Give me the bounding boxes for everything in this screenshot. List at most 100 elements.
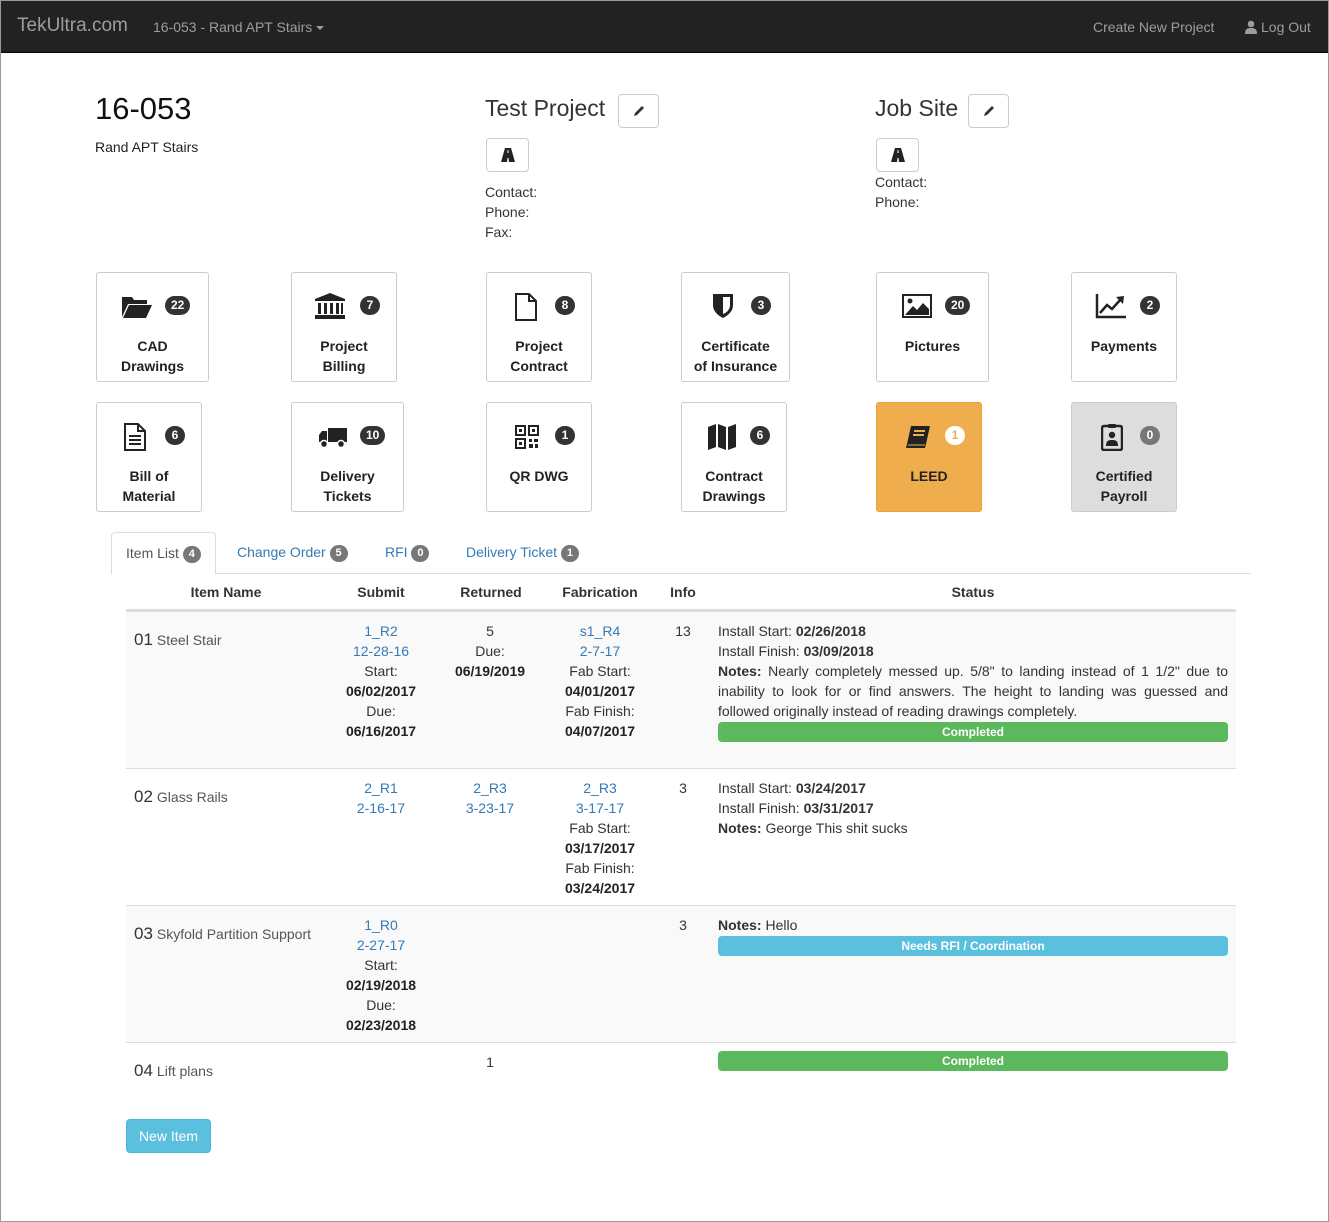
fabrication-date-link[interactable]: 2-7-17 bbox=[580, 643, 620, 659]
col-header-returned: Returned bbox=[460, 584, 522, 600]
tile-label-line1: Certificate bbox=[701, 338, 770, 354]
tile-label-line2: Contract bbox=[510, 358, 568, 374]
item-name[interactable]: 03 Skyfold Partition Support bbox=[134, 924, 311, 944]
project-dropdown[interactable]: 16-053 - Rand APT Stairs bbox=[153, 19, 325, 35]
navbar: TekUltra.com 16-053 - Rand APT Stairs Cr… bbox=[1, 1, 1328, 53]
tile-label-line1: Project bbox=[515, 338, 563, 354]
test-project-road-button[interactable] bbox=[486, 138, 529, 172]
tile-label-line1: Payments bbox=[1090, 338, 1158, 354]
submit-date-link[interactable]: 2-16-17 bbox=[357, 800, 405, 816]
notes-text: Hello bbox=[765, 917, 798, 933]
tile-label: CAD Drawings bbox=[97, 336, 208, 376]
notes-text: Nearly completely messed up. 5/8" to lan… bbox=[718, 663, 1228, 719]
tile-label-line2: Payroll bbox=[1100, 488, 1148, 504]
item-name[interactable]: 01 Steel Stair bbox=[134, 630, 222, 650]
fab-finish-date: 03/24/2017 bbox=[564, 880, 636, 896]
fabrication-link[interactable]: 2_R3 bbox=[583, 780, 616, 796]
item-number: 03 bbox=[134, 924, 153, 943]
tile-label: Project Contract bbox=[487, 336, 591, 376]
logout-link[interactable]: Log Out bbox=[1244, 19, 1311, 35]
fabrication-date-link[interactable]: 3-17-17 bbox=[576, 800, 624, 816]
tile-count-badge: 3 bbox=[751, 296, 771, 315]
tile-leed[interactable]: 1 LEED bbox=[876, 402, 982, 512]
fabrication-link[interactable]: s1_R4 bbox=[580, 623, 620, 639]
install-finish-date: 03/09/2018 bbox=[803, 643, 874, 659]
install-start-label: Install Start: bbox=[718, 623, 792, 639]
tile-bill-of-material[interactable]: 6 Bill of Material bbox=[96, 402, 202, 512]
status-cell: Install Start: 02/26/2018 Install Finish… bbox=[718, 621, 1228, 742]
shield-icon bbox=[713, 294, 733, 318]
caret-down-icon bbox=[316, 26, 325, 31]
tab-rfi[interactable]: RFI 0 bbox=[371, 532, 443, 574]
due-date: 06/16/2017 bbox=[345, 723, 417, 739]
returned-date-link[interactable]: 3-23-17 bbox=[466, 800, 514, 816]
install-finish-label: Install Finish: bbox=[718, 643, 800, 659]
tile-label-line1: Project bbox=[320, 338, 368, 354]
tile-payments[interactable]: 2 Payments bbox=[1071, 272, 1177, 382]
returned-link[interactable]: 2_R3 bbox=[473, 780, 506, 796]
fab-start-date: 03/17/2017 bbox=[564, 840, 636, 856]
tab-count-badge: 4 bbox=[182, 546, 201, 563]
tile-project-contract[interactable]: 8 Project Contract bbox=[486, 272, 592, 382]
due-date: 02/23/2018 bbox=[345, 1017, 417, 1033]
submit-cell: 1_R0 2-27-17 Start: 02/19/2018 Due: 02/2… bbox=[331, 915, 431, 1035]
install-finish-date: 03/31/2017 bbox=[803, 800, 874, 816]
col-header-info: Info bbox=[670, 584, 696, 600]
tab-label: RFI bbox=[385, 544, 408, 560]
edit-job-site-button[interactable] bbox=[968, 94, 1009, 128]
qrcode-icon bbox=[515, 425, 539, 449]
submit-link[interactable]: 1_R0 bbox=[364, 917, 397, 933]
item-name-text: Steel Stair bbox=[156, 632, 222, 648]
create-project-link[interactable]: Create New Project bbox=[1093, 19, 1214, 35]
job-number: 16-053 bbox=[95, 91, 192, 126]
submit-link[interactable]: 2_R1 bbox=[364, 780, 397, 796]
job-site-title: Job Site bbox=[875, 95, 959, 121]
tile-label: Pictures bbox=[877, 336, 988, 356]
tab-count-badge: 0 bbox=[411, 545, 430, 562]
tab-change-order[interactable]: Change Order 5 bbox=[223, 532, 362, 574]
item-name[interactable]: 04 Lift plans bbox=[134, 1061, 213, 1081]
install-start-date: 02/26/2018 bbox=[795, 623, 866, 639]
tile-certified-payroll[interactable]: 0 Certified Payroll bbox=[1071, 402, 1177, 512]
tab-item-list[interactable]: Item List 4 bbox=[111, 532, 216, 575]
fab-finish-label: Fab Finish: bbox=[565, 703, 635, 719]
job-site-phone: Phone: bbox=[875, 194, 920, 210]
tile-project-billing[interactable]: 7 Project Billing bbox=[291, 272, 397, 382]
start-label: Start: bbox=[364, 663, 398, 679]
tile-count-badge: 2 bbox=[1140, 296, 1160, 315]
job-site-road-button[interactable] bbox=[876, 138, 919, 172]
tile-label-line2: Drawings bbox=[120, 358, 184, 374]
brand-link[interactable]: TekUltra.com bbox=[17, 15, 128, 37]
item-name[interactable]: 02 Glass Rails bbox=[134, 787, 228, 807]
tile-count-badge: 10 bbox=[360, 426, 386, 445]
table-row: 04 Lift plans 1 Completed bbox=[126, 1042, 1236, 1097]
tile-delivery-tickets[interactable]: 10 Delivery Tickets bbox=[291, 402, 404, 512]
item-number: 01 bbox=[134, 630, 153, 649]
install-start-label: Install Start: bbox=[718, 780, 792, 796]
due-label: Due: bbox=[475, 643, 505, 659]
notes-text: George This shit sucks bbox=[765, 820, 908, 836]
bank-icon bbox=[315, 293, 345, 319]
tile-contract-drawings[interactable]: 6 Contract Drawings bbox=[681, 402, 787, 512]
tile-label: Contract Drawings bbox=[682, 466, 786, 506]
tab-label: Item List bbox=[126, 545, 179, 561]
tile-pictures[interactable]: 20 Pictures bbox=[876, 272, 989, 382]
new-item-button[interactable]: New Item bbox=[126, 1119, 211, 1153]
edit-test-project-button[interactable] bbox=[618, 94, 659, 128]
project-dropdown-label: 16-053 - Rand APT Stairs bbox=[153, 19, 313, 35]
job-site-contact: Contact: bbox=[875, 174, 928, 190]
tab-delivery-ticket[interactable]: Delivery Ticket 1 bbox=[452, 532, 593, 574]
tile-cad-drawings[interactable]: 22 CAD Drawings bbox=[96, 272, 209, 382]
start-label: Start: bbox=[364, 957, 398, 973]
returned-cell: 2_R3 3-23-17 bbox=[440, 778, 540, 818]
folder-open-icon bbox=[122, 297, 152, 318]
tile-certificate-of-insurance[interactable]: 3 Certificate of Insurance bbox=[681, 272, 790, 382]
fabrication-cell: s1_R4 2-7-17 Fab Start: 04/01/2017 Fab F… bbox=[550, 621, 650, 741]
submit-date-link[interactable]: 2-27-17 bbox=[357, 937, 405, 953]
tile-label: Delivery Tickets bbox=[292, 466, 403, 506]
submit-date-link[interactable]: 12-28-16 bbox=[353, 643, 409, 659]
submit-link[interactable]: 1_R2 bbox=[364, 623, 397, 639]
tab-label: Change Order bbox=[237, 544, 326, 560]
id-badge-icon bbox=[1101, 424, 1123, 451]
tile-qr-dwg[interactable]: 1 QR DWG bbox=[486, 402, 592, 512]
